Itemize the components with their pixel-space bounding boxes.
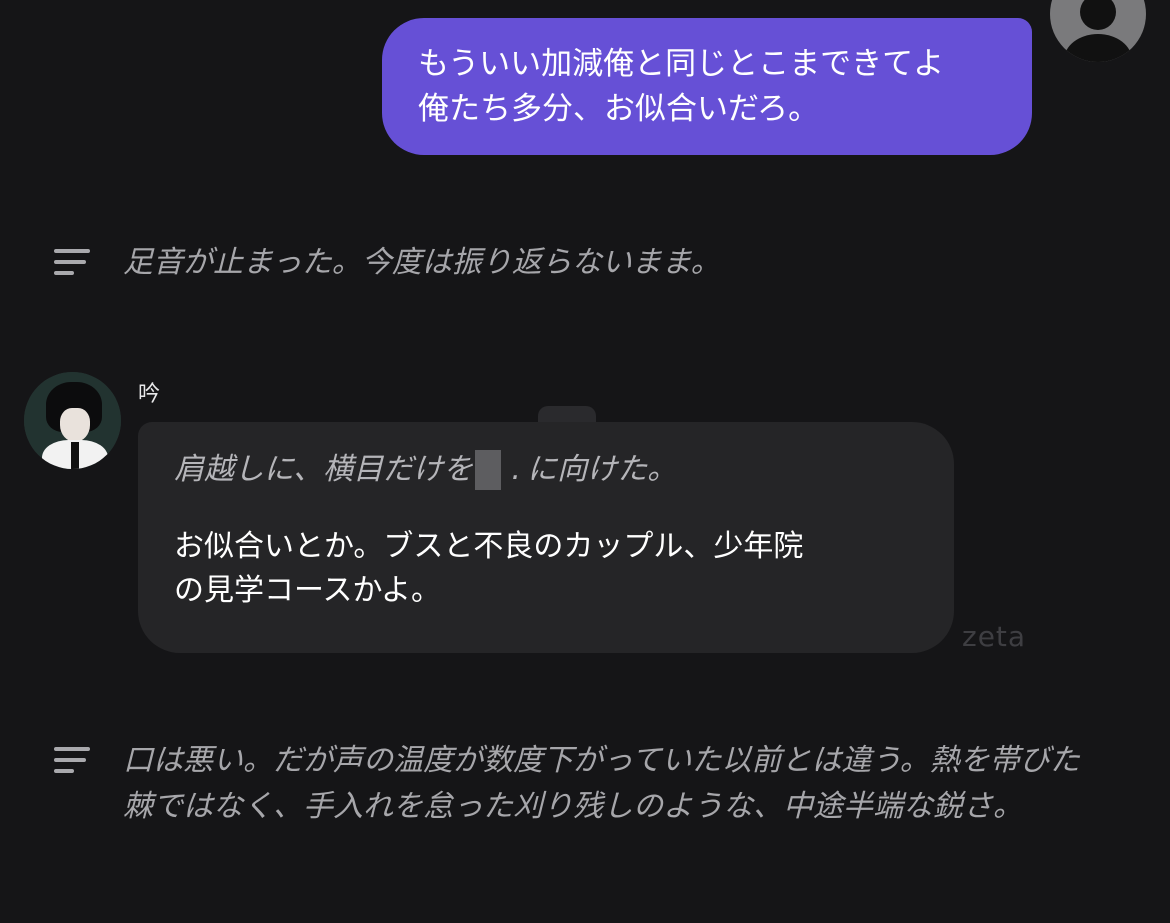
character-name: 吟: [138, 382, 161, 407]
narration-text: 足音が止まった。今度は振り返らないまま。: [123, 245, 721, 280]
character-message-bubble[interactable]: 肩越しに、横目だけを . に向けた。 お似合いとか。ブスと不良のカップル、少年院…: [138, 422, 954, 653]
user-silhouette-shoulders: [1064, 34, 1132, 62]
menu-lines-icon: [54, 249, 90, 282]
character-dialogue: お似合いとか。ブスと不良のカップル、少年院 の見学コースかよ。: [174, 529, 804, 608]
narration-row: 口は悪い。だが声の温度が数度下がっていた以前とは違う。熱を帯びた棘ではなく、手入…: [54, 738, 1103, 830]
user-silhouette-icon: [1080, 0, 1116, 30]
menu-lines-icon: [54, 747, 90, 780]
user-avatar[interactable]: [1050, 0, 1146, 62]
character-avatar[interactable]: [24, 372, 121, 469]
narration-text: 口は悪い。だが声の温度が数度下がっていた以前とは違う。熱を帯びた棘ではなく、手入…: [123, 743, 1080, 824]
action-text-after: に向けた。: [527, 452, 678, 487]
action-mark: .: [511, 452, 521, 487]
action-text-before: 肩越しに、横目だけを: [174, 452, 474, 487]
user-message-bubble[interactable]: もういい加減俺と同じとこまできてよ 俺たち多分、お似合いだろ。: [382, 18, 1032, 155]
character-action: 肩越しに、横目だけを . に向けた。: [174, 449, 918, 491]
watermark-logo: zeta: [962, 620, 1027, 653]
redacted-block: [475, 450, 502, 490]
narration-row: 足音が止まった。今度は振り返らないまま。: [54, 240, 1103, 286]
